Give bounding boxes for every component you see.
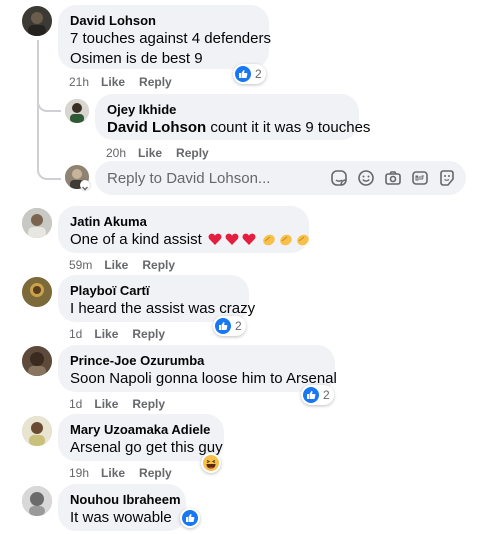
- comment-bubble: Jatin Akuma One of a kind assist: [58, 206, 309, 253]
- comment-timestamp[interactable]: 1d: [69, 396, 82, 412]
- comment-text: I heard the assist was crazy: [70, 300, 256, 317]
- comment-actions: 59m Like Reply: [69, 257, 189, 273]
- comment-actions: 1d Like Reply: [69, 326, 179, 342]
- camera-icon[interactable]: [384, 169, 402, 187]
- comment-bubble: Mary Uzoamaka Adiele Arsenal go get this…: [58, 414, 224, 461]
- reply-button[interactable]: Reply: [142, 257, 175, 273]
- avatar[interactable]: [22, 416, 52, 446]
- reply-bubble: Ojey Ikhide David Lohson count it it was…: [95, 94, 370, 140]
- comment-bubble: Playboï Cartï I heard the assist was cra…: [58, 275, 256, 322]
- reply-input[interactable]: Reply to David Lohson...: [95, 170, 330, 187]
- thread-connector-reply: [37, 94, 61, 112]
- comment-text: Soon Napoli gonna loose him to Arsenal: [70, 370, 337, 387]
- comment-timestamp[interactable]: 19h: [69, 465, 89, 481]
- reply-button[interactable]: Reply: [139, 74, 172, 90]
- like-button[interactable]: Like: [101, 465, 125, 481]
- reply-input-box[interactable]: Reply to David Lohson...: [95, 161, 466, 195]
- reply-button[interactable]: Reply: [132, 396, 165, 412]
- comment-actions: 1d Like Reply: [69, 396, 179, 412]
- avatar[interactable]: [22, 346, 52, 376]
- reply-button[interactable]: Reply: [139, 465, 172, 481]
- like-button[interactable]: Like: [138, 145, 162, 161]
- avatar[interactable]: [22, 208, 52, 238]
- like-button[interactable]: Like: [104, 257, 128, 273]
- avatar[interactable]: [65, 99, 89, 123]
- heart-emoji-icon: [208, 232, 258, 252]
- sticker-face-icon[interactable]: [438, 169, 456, 187]
- comment-author[interactable]: David Lohson: [70, 12, 257, 29]
- reaction-count: 2: [323, 388, 330, 402]
- chevron-down-icon[interactable]: [80, 180, 90, 191]
- comment-text: Arsenal go get this guy: [70, 439, 223, 456]
- sticker-icon[interactable]: [330, 169, 348, 187]
- like-icon: [303, 387, 319, 403]
- comment-timestamp[interactable]: 1d: [69, 326, 82, 342]
- like-icon: [235, 66, 251, 82]
- like-button[interactable]: Like: [94, 396, 118, 412]
- clap-emoji-icon: [262, 232, 312, 252]
- reaction-summary[interactable]: 2: [233, 64, 266, 84]
- reply-actions: 20h Like Reply: [106, 145, 223, 161]
- reaction-count: 2: [235, 319, 242, 333]
- comment-author[interactable]: Nouhou Ibraheem: [70, 491, 181, 508]
- reply-text: count it it was 9 touches: [206, 119, 371, 136]
- like-icon: [215, 318, 231, 334]
- comment-text-line: 7 touches against 4 defenders: [70, 30, 271, 47]
- reply-button[interactable]: Reply: [176, 145, 209, 161]
- thread-connector-reply-box: [37, 160, 61, 180]
- reaction-summary[interactable]: [180, 508, 200, 528]
- comment-text-line: Osimen is de best 9: [70, 50, 203, 67]
- reply-button[interactable]: Reply: [132, 326, 165, 342]
- comment-text: It was wowable: [70, 509, 172, 526]
- reaction-summary[interactable]: 2: [213, 316, 246, 336]
- like-icon: [182, 510, 198, 526]
- comment-actions: 19h Like Reply: [69, 465, 186, 481]
- comment-author[interactable]: Prince-Joe Ozurumba: [70, 352, 323, 369]
- comment-timestamp[interactable]: 21h: [69, 74, 89, 90]
- avatar[interactable]: [22, 277, 52, 307]
- reaction-summary[interactable]: [201, 453, 221, 473]
- comment-actions: 21h Like Reply: [69, 74, 186, 90]
- haha-icon: [203, 455, 219, 471]
- like-button[interactable]: Like: [101, 74, 125, 90]
- comment-author[interactable]: Playboï Cartï: [70, 282, 237, 299]
- reaction-count: 2: [255, 67, 262, 81]
- comment-author[interactable]: Jatin Akuma: [70, 213, 297, 230]
- comment-bubble: David Lohson 7 touches against 4 defende…: [58, 5, 271, 69]
- reply-timestamp[interactable]: 20h: [106, 145, 126, 161]
- reaction-summary[interactable]: 2: [301, 385, 334, 405]
- mention-link[interactable]: David Lohson: [107, 119, 206, 136]
- comment-author[interactable]: Mary Uzoamaka Adiele: [70, 421, 212, 438]
- comment-bubble: Prince-Joe Ozurumba Soon Napoli gonna lo…: [58, 345, 337, 392]
- reply-author[interactable]: Ojey Ikhide: [107, 101, 347, 118]
- like-button[interactable]: Like: [94, 326, 118, 342]
- avatar[interactable]: [22, 486, 52, 516]
- emoji-icon[interactable]: [357, 169, 375, 187]
- comment-bubble: Nouhou Ibraheem It was wowable: [58, 484, 186, 531]
- comment-timestamp[interactable]: 59m: [69, 257, 92, 273]
- comment-text: One of a kind assist: [70, 231, 202, 248]
- avatar[interactable]: [22, 6, 52, 36]
- gif-icon[interactable]: [411, 169, 429, 187]
